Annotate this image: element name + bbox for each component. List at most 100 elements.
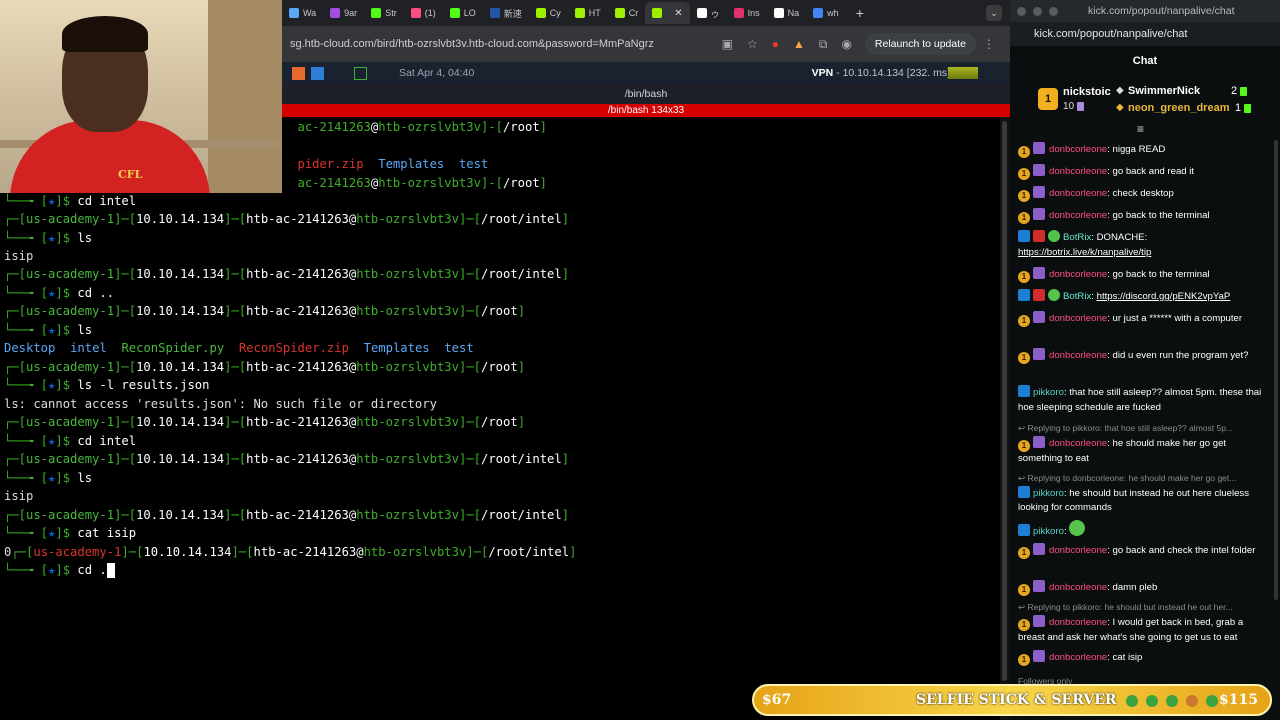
chat-username[interactable]: donbcorleone [1049,269,1107,280]
browser-menu-icon[interactable]: ⋮ [983,37,995,51]
browser-tab[interactable]: 9ar [323,2,364,24]
chat-username[interactable]: donbcorleone [1049,545,1107,556]
emote-icon [1069,520,1086,536]
leader-count-3-value: 1 [1235,102,1242,114]
chat-username[interactable]: donbcorleone [1049,313,1107,324]
tab-close-icon[interactable]: ✕ [674,8,682,19]
window-zoom-icon[interactable] [1049,6,1058,16]
tab-label: wh [827,8,839,18]
emote-icon [1186,695,1198,707]
chat-text: : ur just a ****** with a computer [1107,313,1243,324]
profile-avatar-icon[interactable]: ◉ [841,37,851,51]
terminal-launcher-icon[interactable] [354,66,367,80]
browser-tab[interactable]: 新速 [483,2,529,24]
terminal-prompt[interactable]: └──╼ [★]$ cd . [4,561,115,579]
chat-username[interactable]: donbcorleone [1049,617,1107,628]
tab-favicon-icon [289,8,299,18]
scrollbar-thumb[interactable] [1002,121,1007,681]
url-field[interactable]: sg.htb-cloud.com/bird/htb-ozrslvbt3v.htb… [290,38,715,50]
browser-tab[interactable]: Cr [608,2,646,24]
chat-message: BotRix: DONACHE: https://botrix.live/k/na… [1018,230,1268,260]
extension-record-icon[interactable]: ● [772,37,779,51]
chat-username[interactable]: donbcorleone [1049,188,1107,199]
relaunch-button[interactable]: Relaunch to update [864,33,976,55]
chat-link[interactable]: https://discord.gg/pENK2vpYaP [1097,291,1231,302]
window-minimize-icon[interactable] [1033,6,1042,16]
chat-username[interactable]: donbcorleone [1049,350,1107,361]
browser-tab[interactable]: ✕ [645,2,690,24]
leader-user-2[interactable]: SwimmerNick [1128,85,1200,97]
browser-tab[interactable]: HT [568,2,608,24]
chat-text: : did u even run the program yet? [1107,350,1249,361]
chat-username[interactable]: donbcorleone [1049,210,1107,221]
chat-message: 1 donbcorleone: damn pleb [1018,580,1268,596]
chat-username[interactable]: donbcorleone [1049,144,1107,155]
chat-username[interactable]: donbcorleone [1049,582,1107,593]
chat-username[interactable]: pikkoro [1033,387,1064,398]
reply-preview-text: Replying to pikkoro: that hoe still asle… [1027,423,1234,433]
verified-badge-icon [1048,230,1060,242]
chat-link[interactable]: https://botrix.live/k/nanpalive/tip [1018,247,1151,258]
gift-leaderboard: 1 nickstoic 10 ◆ SwimmerNick 2 ◆ neon_gr… [1010,78,1280,128]
chat-text: : damn pleb [1107,582,1158,593]
leader-count-2: 2 [1231,85,1248,97]
gift-badge-icon: 1 [1018,439,1030,452]
new-tab-button[interactable]: + [856,5,864,21]
chat-username[interactable]: pikkoro [1033,488,1064,499]
reply-preview[interactable]: ↩ Replying to pikkoro: that hoe still as… [1018,421,1268,436]
browser-tab[interactable]: Str [364,2,404,24]
leader-user-1[interactable]: nickstoic [1063,86,1111,98]
extensions-puzzle-icon[interactable]: ⧉ [819,37,828,52]
subscriber-badge-icon [1033,164,1045,176]
chat-username[interactable]: donbcorleone [1049,166,1107,177]
tab-search-button[interactable]: ⌄ [986,5,1002,21]
subscriber-badge-icon [1033,543,1045,555]
gift-badge-icon: 1 [1018,190,1030,202]
browser-tab[interactable]: Cy [529,2,568,24]
browser-tab[interactable]: (1) [404,2,443,24]
browser-tab[interactable]: Na [767,2,807,24]
terminal-line: ┌─[us-academy-1]─[10.10.14.134]─[htb-ac-… [4,452,570,466]
tab-label: Na [787,8,800,18]
app-menu-icon[interactable] [292,66,305,80]
gift-icon [1077,101,1085,111]
terminal-output[interactable]: ac-2141263@htb-ozrslvbt3v]-[/root] pider… [0,117,1010,720]
terminal-line: 0┌─[us-academy-1]─[10.10.14.134]─[htb-ac… [4,545,577,559]
browser-tab[interactable]: wh [806,2,846,24]
browser-tab[interactable]: Wa [282,2,323,24]
terminal-line: ┌─[us-academy-1]─[10.10.14.134]─[htb-ac-… [4,212,570,226]
reply-preview[interactable]: ↩ Replying to pikkoro: he should but ins… [1018,600,1268,615]
bookmark-star-icon[interactable]: ☆ [747,37,758,51]
chat-username[interactable]: BotRix [1063,291,1091,302]
browser-tab[interactable]: ゥ [690,2,727,24]
chat-scrollbar[interactable] [1274,140,1278,600]
subscriber-badge-icon [1033,311,1045,323]
window-close-icon[interactable] [1017,6,1026,16]
browser-tab[interactable]: Ins [727,2,767,24]
terminal-line: └──╼ [★]$ ls -l results.json [4,378,210,392]
gift-icon [1240,86,1248,96]
install-app-icon[interactable]: ▣ [722,37,733,51]
chat-message: ↩ Replying to pikkoro: that hoe still as… [1018,421,1268,466]
chat-username[interactable]: donbcorleone [1049,652,1107,663]
leader-user-3[interactable]: neon_green_dream [1128,102,1229,114]
chat-username[interactable]: BotRix [1063,232,1091,243]
terminal-scrollbar[interactable] [1000,117,1010,720]
chat-username[interactable]: pikkoro [1033,526,1064,537]
extension-icon[interactable]: ▲ [793,37,805,51]
subscriber-badge-icon [1033,580,1045,592]
chat-message: pikkoro: [1018,520,1268,540]
file-manager-icon[interactable] [311,66,324,80]
terminal-line: └──╼ [★]$ cd intel [4,434,137,448]
reply-preview[interactable]: ↩ Replying to donbcorleone: he should ma… [1018,471,1268,486]
subscriber-badge-icon [1033,208,1045,220]
chat-text: : go back to the terminal [1107,210,1210,221]
collapse-leaderboard-icon[interactable]: ≡ [1137,122,1144,136]
tab-favicon-icon [449,8,460,18]
terminal-line: ┌─[us-academy-1]─[10.10.14.134]─[htb-ac-… [4,267,570,281]
browser-tab[interactable]: LO [443,2,483,24]
chat-username[interactable]: donbcorleone [1049,438,1107,449]
tab-label: HT [588,8,601,18]
chat-url-bar[interactable]: kick.com/popout/nanpalive/chat [1010,22,1280,46]
chat-message: 1 donbcorleone: cat isip [1018,650,1268,666]
